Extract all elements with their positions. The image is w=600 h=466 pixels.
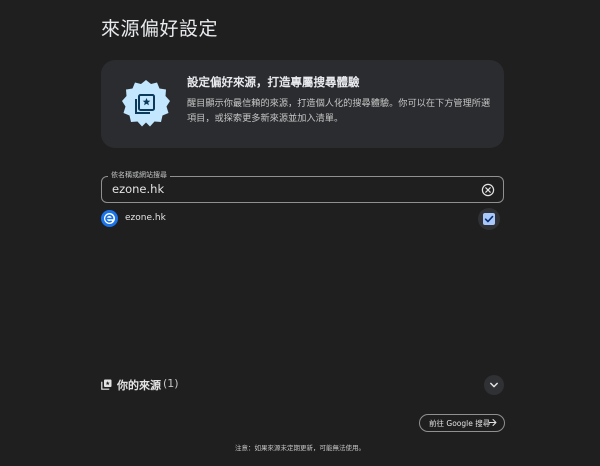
footer-note: 注意：如果來源未定期更新，可能無法使用。 [235,444,365,452]
chevron-down-icon[interactable] [484,375,504,395]
search-input[interactable]: ezone.hk [101,176,504,203]
source-name: ezone.hk [125,213,166,223]
library-icon [101,379,112,390]
search-input-value[interactable]: ezone.hk [112,182,164,196]
hero-description: 醒目顯示你最信賴的來源，打造個人化的搜尋體驗。你可以在下方管理所選項目，或探索更… [187,98,491,124]
hero-heading: 設定偏好來源，打造專屬搜尋體驗 [187,75,360,89]
checkmark-icon [483,213,495,225]
ezone-logo-icon [101,210,118,227]
hero-card: 設定偏好來源，打造專屬搜尋體驗 醒目顯示你最信賴的來源，打造個人化的搜尋體驗。你… [101,60,504,148]
starred-library-icon [120,78,172,130]
list-item[interactable]: ezone.hk [101,208,504,230]
go-to-google-search-label: 前往 Google 搜尋 [429,419,491,428]
search-label: 依名稱或網站搜尋 [108,170,170,180]
your-sources-count: (1) [163,377,179,390]
your-sources-label: 你的來源 [117,379,161,392]
your-sources-section[interactable]: 你的來源 (1) [101,375,504,395]
source-checkbox[interactable] [478,208,500,230]
arrow-right-icon [488,418,497,427]
go-to-google-search-button[interactable]: 前往 Google 搜尋 [419,414,505,432]
page-title: 來源偏好設定 [101,18,219,40]
clear-icon[interactable] [481,183,495,197]
